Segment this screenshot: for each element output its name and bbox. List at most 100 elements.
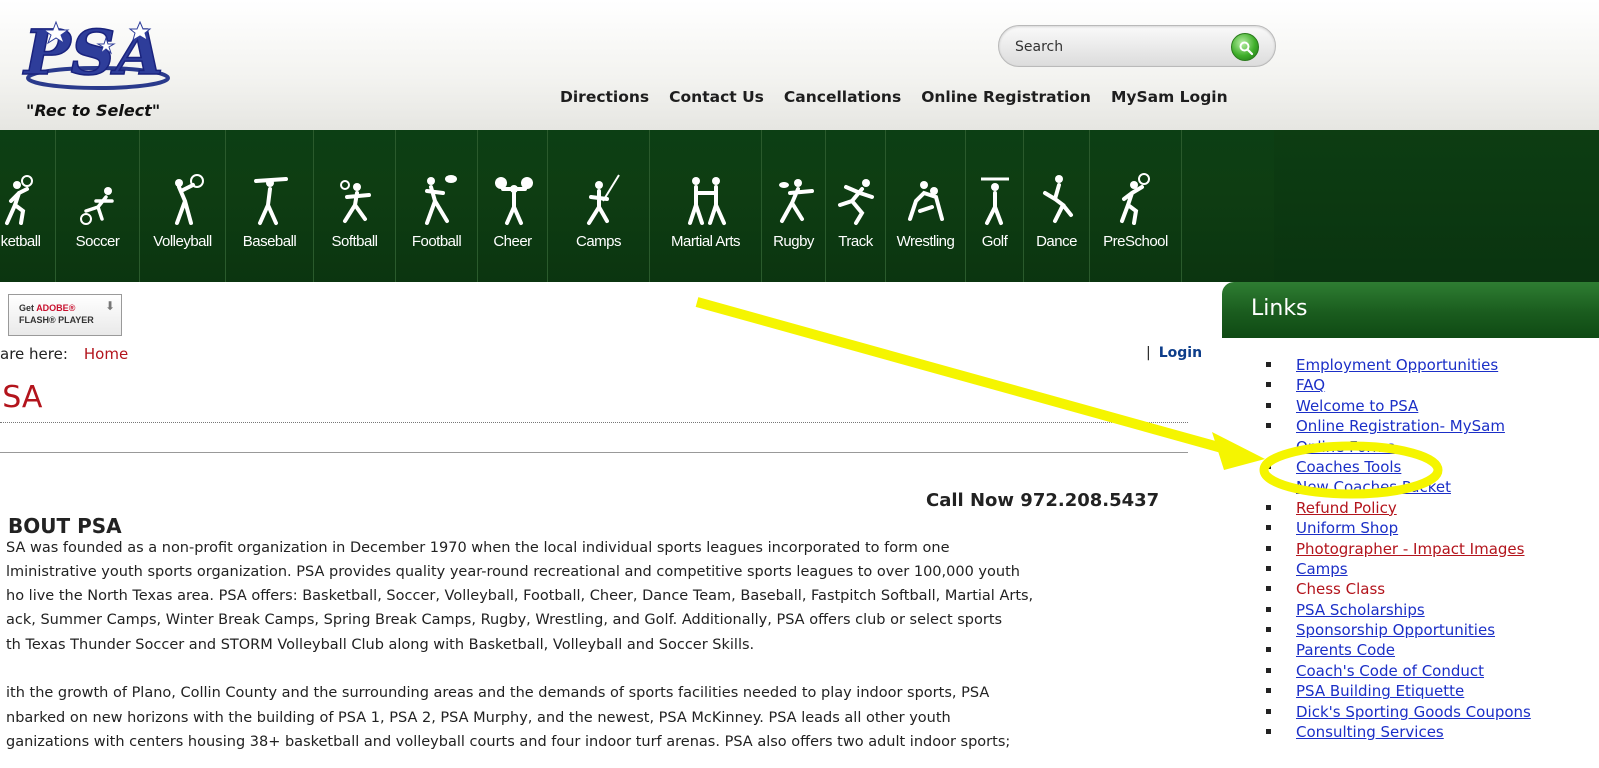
- sport-tab-volleyball[interactable]: Volleyball: [140, 130, 226, 282]
- link-faq[interactable]: FAQ: [1296, 376, 1325, 394]
- sport-label: Rugby: [773, 233, 814, 250]
- breadcrumb-home-link[interactable]: Home: [84, 345, 128, 363]
- sport-tab-football[interactable]: Football: [396, 130, 478, 282]
- site-header: PSA "Rec to Select" Directions Contact U…: [0, 0, 1599, 130]
- tagline: "Rec to Select": [26, 101, 161, 120]
- sport-label: Camps: [575, 233, 622, 250]
- sport-tab-softball[interactable]: Softball: [314, 130, 396, 282]
- sidebar-link-item: FAQ: [1266, 375, 1531, 395]
- link-psa-building-etiquette[interactable]: PSA Building Etiquette: [1296, 682, 1464, 700]
- nav-contact-us[interactable]: Contact Us: [669, 88, 764, 110]
- sport-tab-baseball[interactable]: Baseball: [226, 130, 314, 282]
- links-header: Links: [1222, 282, 1599, 338]
- sidebar-link-item: Photographer - Impact Images: [1266, 539, 1531, 559]
- sidebar-link-item: Chess Class: [1266, 579, 1531, 599]
- sport-tab-preschool[interactable]: PreSchool: [1090, 130, 1182, 282]
- link-psa-scholarships[interactable]: PSA Scholarships: [1296, 601, 1425, 619]
- about-paragraph-line: ith the growth of Plano, Collin County a…: [6, 685, 990, 701]
- sidebar-link-item: Employment Opportunities: [1266, 355, 1531, 375]
- soccer-icon: [79, 187, 114, 225]
- sport-tab-dance[interactable]: Dance: [1024, 130, 1090, 282]
- links-sidebar: Links Employment Opportunities FAQ Welcome…: [1222, 282, 1599, 768]
- link-uniform-shop[interactable]: Uniform Shop: [1296, 519, 1398, 537]
- search-icon: [1239, 41, 1254, 56]
- login-link[interactable]: Login: [1159, 345, 1202, 361]
- search-button[interactable]: [1231, 33, 1259, 61]
- sport-tab-martial-arts[interactable]: Martial Arts: [650, 130, 762, 282]
- link-photographer-impact-images[interactable]: Photographer - Impact Images: [1296, 540, 1524, 558]
- about-paragraph-line: ho live the North Texas area. PSA offers…: [6, 588, 1034, 604]
- about-paragraph-line: SA was founded as a non-profit organizat…: [6, 540, 950, 556]
- link-coach-s-code-of-conduct[interactable]: Coach's Code of Conduct: [1296, 662, 1484, 680]
- track-icon: [837, 179, 874, 225]
- sport-tab-cheer[interactable]: Cheer: [478, 130, 548, 282]
- sport-tab-golf[interactable]: Golf: [966, 130, 1024, 282]
- psa-logo[interactable]: PSA: [18, 15, 178, 96]
- cheer-icon: [494, 177, 533, 225]
- sport-tab-track[interactable]: Track: [826, 130, 886, 282]
- link-online-registration-mysam[interactable]: Online Registration- MySam: [1296, 417, 1505, 435]
- sport-label: Wrestling: [896, 233, 955, 250]
- flash-adobe-text: ADOBE®: [36, 303, 76, 313]
- link-consulting-services[interactable]: Consulting Services: [1296, 723, 1444, 741]
- main-content: Get ADOBE® FLASH® PLAYER ⬇ are here: Home…: [0, 282, 1212, 768]
- sport-tab-rugby[interactable]: Rugby: [762, 130, 826, 282]
- links-list: Employment Opportunities FAQ Welcome to PS…: [1266, 355, 1531, 742]
- sidebar-link-item: Refund Policy: [1266, 498, 1531, 518]
- softball-icon: [339, 180, 371, 223]
- sport-tab-ketball[interactable]: ketball: [0, 130, 56, 282]
- flash-player-text: FLASH® PLAYER: [19, 315, 94, 325]
- sports-bar-filler: [1274, 130, 1599, 282]
- link-camps[interactable]: Camps: [1296, 560, 1348, 578]
- sidebar-link-item: Sponsorship Opportunities: [1266, 620, 1531, 640]
- sport-tab-wrestling[interactable]: Wrestling: [886, 130, 966, 282]
- sport-tab-soccer[interactable]: Soccer: [56, 130, 140, 282]
- nav-online-registration[interactable]: Online Registration: [921, 88, 1091, 110]
- sidebar-link-item: Online Forms: [1266, 437, 1531, 457]
- nav-mysam-login[interactable]: MySam Login: [1111, 88, 1228, 110]
- link-dick-s-sporting-goods-coupons[interactable]: Dick's Sporting Goods Coupons: [1296, 703, 1531, 721]
- link-parents-code[interactable]: Parents Code: [1296, 641, 1395, 659]
- sidebar-link-item: PSA Building Etiquette: [1266, 681, 1531, 701]
- sport-label: Cheer: [493, 233, 532, 250]
- volleyball-icon: [174, 174, 204, 225]
- link-refund-policy[interactable]: Refund Policy: [1296, 499, 1397, 517]
- sidebar-link-item: Welcome to PSA: [1266, 396, 1531, 416]
- sidebar-link-item: PSA Scholarships: [1266, 600, 1531, 620]
- breadcrumb-prefix: are here:: [0, 345, 68, 363]
- golf-icon: [980, 177, 1009, 225]
- sport-label: Football: [411, 233, 462, 250]
- link-coaches-tools[interactable]: Coaches Tools: [1296, 458, 1401, 476]
- about-heading: BOUT PSA: [8, 514, 122, 538]
- psa-logo-graphic: PSA: [21, 15, 170, 90]
- sidebar-link-item: Coaches Tools: [1266, 457, 1531, 477]
- sidebar-link-item: Parents Code: [1266, 640, 1531, 660]
- search-input[interactable]: [1015, 37, 1215, 57]
- call-now-phone: Call Now 972.208.5437: [926, 490, 1160, 511]
- link-sponsorship-opportunities[interactable]: Sponsorship Opportunities: [1296, 621, 1495, 639]
- sport-label: Soccer: [75, 233, 120, 250]
- download-arrow-icon: ⬇: [104, 299, 115, 313]
- nav-directions[interactable]: Directions: [560, 88, 649, 110]
- link-online-forms[interactable]: Online Forms: [1296, 438, 1395, 456]
- about-paragraph-line: ack, Summer Camps, Winter Break Camps, S…: [6, 612, 1003, 628]
- nav-cancellations[interactable]: Cancellations: [784, 88, 901, 110]
- flash-get-text: Get: [19, 303, 35, 313]
- get-flash-player-badge[interactable]: Get ADOBE® FLASH® PLAYER ⬇: [8, 294, 122, 336]
- sidebar-link-item: Dick's Sporting Goods Coupons: [1266, 702, 1531, 722]
- divider: [0, 452, 1188, 453]
- divider: [0, 422, 1188, 423]
- link-welcome-to-psa[interactable]: Welcome to PSA: [1296, 397, 1418, 415]
- link-employment-opportunities[interactable]: Employment Opportunities: [1296, 356, 1498, 374]
- preschool-icon: [1119, 173, 1150, 225]
- link-new-coaches-packet[interactable]: New Coaches Packet: [1296, 478, 1451, 496]
- dance-icon: [1042, 175, 1073, 223]
- about-paragraph-line: lministrative youth sports organization.…: [6, 564, 1020, 580]
- about-paragraph-line: ganizations with centers housing 38+ bas…: [6, 734, 1011, 750]
- basketball-icon: [4, 175, 33, 225]
- search-box: [998, 25, 1276, 67]
- rugby-icon: [778, 179, 814, 223]
- sport-tab-camps[interactable]: Camps: [548, 130, 650, 282]
- sport-label: Martial Arts: [670, 233, 741, 250]
- sidebar-link-item: Camps: [1266, 559, 1531, 579]
